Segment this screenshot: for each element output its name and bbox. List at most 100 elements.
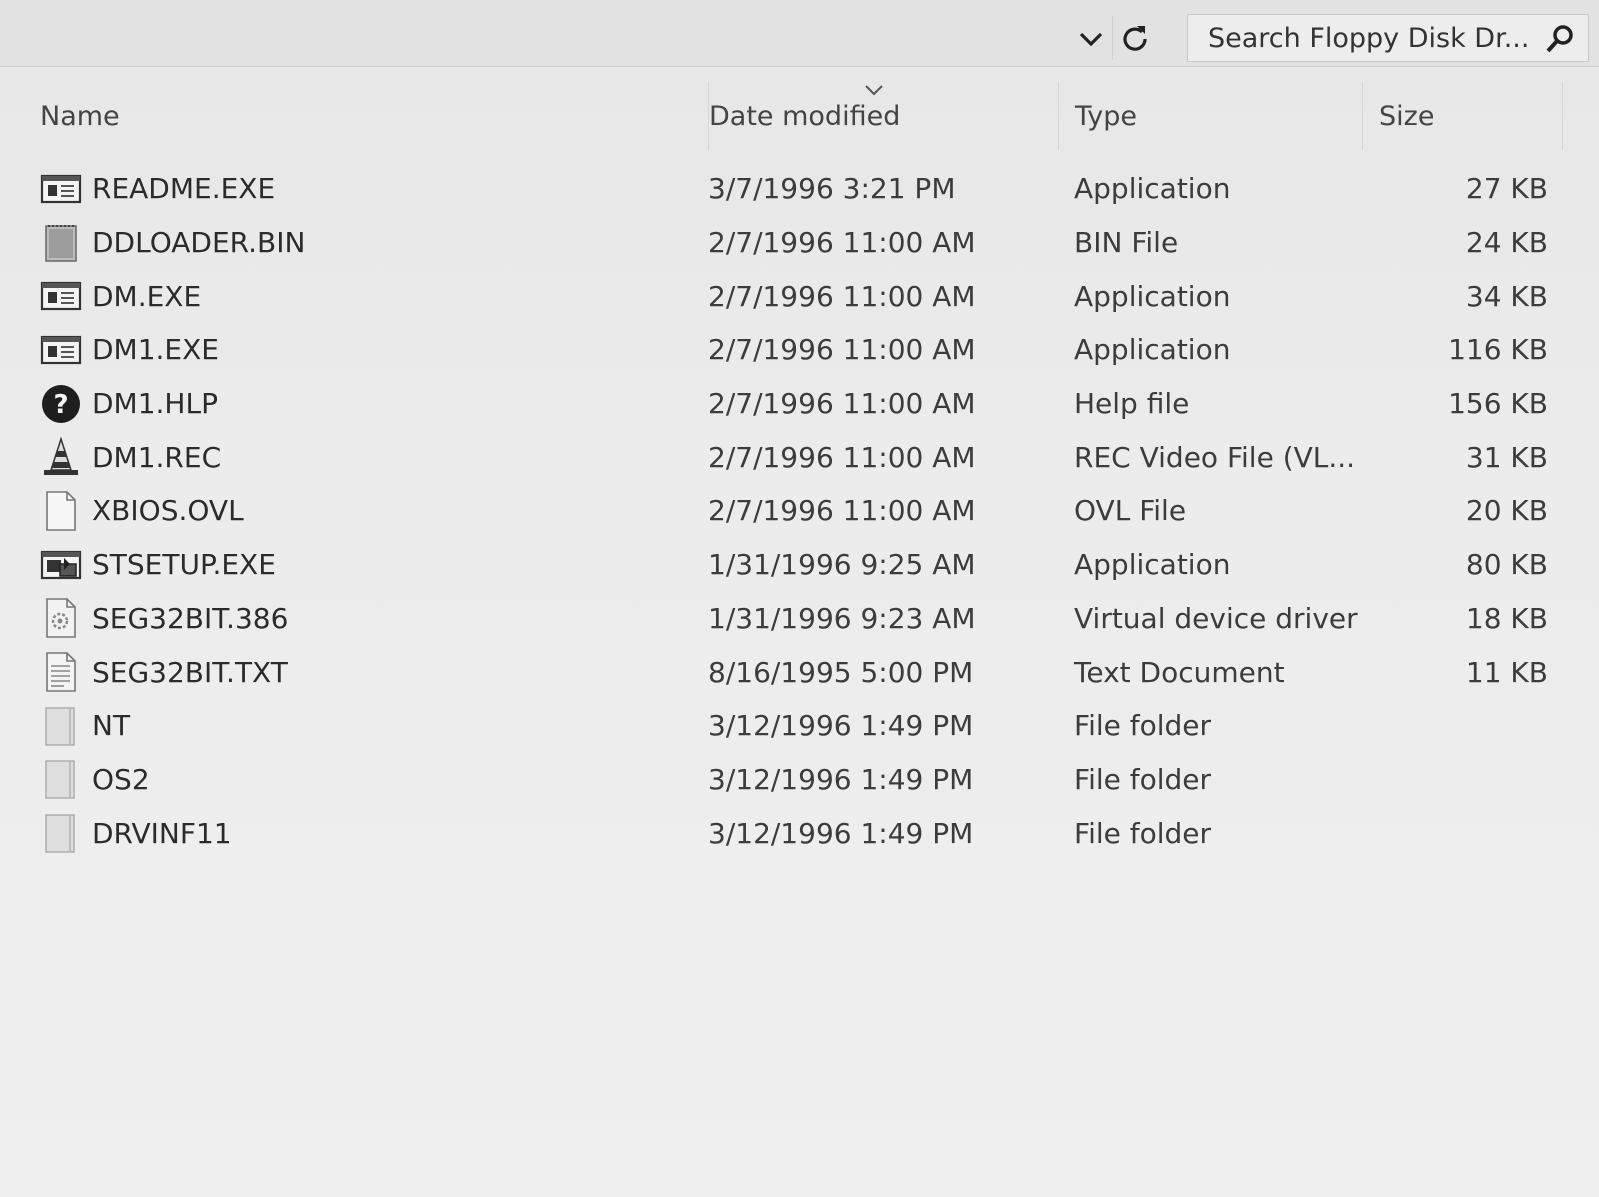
folder-icon xyxy=(40,812,82,854)
file-row[interactable]: ? DM1.HLP 2/7/1996 11:00 AM Help file 156 K… xyxy=(0,377,1599,431)
svg-text:?: ? xyxy=(53,390,68,420)
application-icon xyxy=(40,168,82,210)
file-name-label: DDLOADER.BIN xyxy=(92,226,306,260)
file-type-cell: REC Video File (VL... xyxy=(1074,440,1356,474)
file-size-cell xyxy=(1362,699,1548,753)
file-type-cell: Virtual device driver xyxy=(1074,601,1358,635)
file-name-label: README.EXE xyxy=(92,172,276,206)
file-size-cell: 27 KB xyxy=(1465,172,1548,206)
file-name-cell[interactable]: DM.EXE xyxy=(40,269,680,323)
file-row[interactable]: DM.EXE 2/7/1996 11:00 AM Application 34 KB xyxy=(0,269,1599,323)
file-date-cell: 3/12/1996 1:49 PM xyxy=(708,709,974,743)
file-name-label: DM1.EXE xyxy=(92,333,219,367)
column-header-size[interactable]: Size xyxy=(1362,82,1562,150)
file-date-cell: 8/16/1995 5:00 PM xyxy=(708,655,974,689)
file-name-cell[interactable]: DM1.EXE xyxy=(40,323,680,377)
column-header-name[interactable]: Name xyxy=(40,82,690,150)
file-name-cell[interactable]: NT xyxy=(40,699,680,753)
file-type-cell: Application xyxy=(1074,548,1231,582)
file-name-cell[interactable]: SEG32BIT.386 xyxy=(40,592,680,646)
file-date-cell: 2/7/1996 11:00 AM xyxy=(708,333,976,367)
refresh-icon xyxy=(1123,26,1147,51)
file-row[interactable]: DM1.EXE 2/7/1996 11:00 AM Application 116 K… xyxy=(0,323,1599,377)
file-list: README.EXE 3/7/1996 3:21 PM Application 27 … xyxy=(0,162,1599,860)
file-date-cell: 1/31/1996 9:23 AM xyxy=(708,601,976,635)
file-size-cell: 116 KB xyxy=(1448,333,1548,367)
file-type-cell: Application xyxy=(1074,333,1231,367)
refresh-button[interactable] xyxy=(1112,16,1157,60)
file-size-cell: 18 KB xyxy=(1465,601,1548,635)
search-icon[interactable] xyxy=(1544,23,1576,55)
column-header-type[interactable]: Type xyxy=(1058,82,1362,150)
file-row[interactable]: XBIOS.OVL 2/7/1996 11:00 AM OVL File 20 KB xyxy=(0,484,1599,538)
file-row[interactable]: DM1.REC 2/7/1996 11:00 AM REC Video File (… xyxy=(0,430,1599,484)
file-type-cell: Help file xyxy=(1074,387,1190,421)
file-name-cell[interactable]: README.EXE xyxy=(40,162,680,216)
file-name-cell[interactable]: DDLOADER.BIN xyxy=(40,216,680,270)
file-size-cell xyxy=(1362,753,1548,807)
file-name-cell[interactable]: DRVINF11 xyxy=(40,806,680,860)
file-name-label: DM1.HLP xyxy=(92,387,218,421)
file-name-label: SEG32BIT.386 xyxy=(92,601,289,635)
file-row[interactable]: STSETUP.EXE 1/31/1996 9:25 AM Application 8… xyxy=(0,538,1599,592)
file-name-cell[interactable]: OS2 xyxy=(40,753,680,807)
column-divider xyxy=(1562,82,1563,150)
file-type-cell: Application xyxy=(1074,172,1231,206)
file-type-cell: Application xyxy=(1074,279,1231,313)
vlc-cone-icon xyxy=(40,436,82,478)
file-size-cell: 24 KB xyxy=(1465,226,1548,260)
file-name-cell[interactable]: ? DM1.HLP xyxy=(40,377,680,431)
file-row[interactable]: DRVINF11 3/12/1996 1:49 PM File folder xyxy=(0,806,1599,860)
file-row[interactable]: NT 3/12/1996 1:49 PM File folder xyxy=(0,699,1599,753)
file-name-cell[interactable]: DM1.REC xyxy=(40,430,680,484)
text-document-icon xyxy=(40,651,82,693)
folder-icon xyxy=(40,758,82,800)
file-name-label: OS2 xyxy=(92,762,150,796)
file-name-label: DM.EXE xyxy=(92,279,202,313)
file-size-cell: 156 KB xyxy=(1448,387,1548,421)
file-size-cell: 11 KB xyxy=(1465,655,1548,689)
file-row[interactable]: OS2 3/12/1996 1:49 PM File folder xyxy=(0,753,1599,807)
file-name-label: SEG32BIT.TXT xyxy=(92,655,288,689)
help-file-icon: ? xyxy=(40,383,82,425)
file-size-cell xyxy=(1362,806,1548,860)
file-date-cell: 2/7/1996 11:00 AM xyxy=(708,440,976,474)
file-explorer-window: Name Date modified Type Size README.EXE 3… xyxy=(0,0,1599,1197)
sort-chevron-icon xyxy=(865,85,883,96)
address-dropdown-button[interactable] xyxy=(1072,20,1110,58)
file-date-cell: 2/7/1996 11:00 AM xyxy=(708,279,976,313)
file-date-cell: 3/7/1996 3:21 PM xyxy=(708,172,956,206)
folder-icon xyxy=(40,705,82,747)
file-type-cell: BIN File xyxy=(1074,226,1179,260)
application-icon xyxy=(40,329,82,371)
file-name-label: DM1.REC xyxy=(92,440,222,474)
toolbar xyxy=(0,0,1599,67)
file-name-cell[interactable]: XBIOS.OVL xyxy=(40,484,680,538)
file-type-cell: Text Document xyxy=(1074,655,1285,689)
file-name-label: NT xyxy=(92,709,131,743)
application-icon xyxy=(40,275,82,317)
file-row[interactable]: SEG32BIT.386 1/31/1996 9:23 AM Virtual dev… xyxy=(0,592,1599,646)
file-date-cell: 3/12/1996 1:49 PM xyxy=(708,762,974,796)
file-row[interactable]: README.EXE 3/7/1996 3:21 PM Application 27 … xyxy=(0,162,1599,216)
search-input[interactable] xyxy=(1188,21,1540,55)
file-size-cell: 34 KB xyxy=(1465,279,1548,313)
column-header-row: Name Date modified Type Size xyxy=(0,82,1599,150)
chevron-down-icon xyxy=(1079,32,1103,47)
file-size-cell: 80 KB xyxy=(1465,548,1548,582)
file-size-cell: 31 KB xyxy=(1465,440,1548,474)
file-name-label: STSETUP.EXE xyxy=(92,548,276,582)
file-name-label: DRVINF11 xyxy=(92,816,232,850)
file-date-cell: 3/12/1996 1:49 PM xyxy=(708,816,974,850)
file-row[interactable]: DDLOADER.BIN 2/7/1996 11:00 AM BIN File 24 … xyxy=(0,216,1599,270)
file-name-cell[interactable]: SEG32BIT.TXT xyxy=(40,645,680,699)
file-type-cell: File folder xyxy=(1074,762,1212,796)
file-date-cell: 1/31/1996 9:25 AM xyxy=(708,548,976,582)
file-row[interactable]: SEG32BIT.TXT 8/16/1995 5:00 PM Text Docume… xyxy=(0,645,1599,699)
file-date-cell: 2/7/1996 11:00 AM xyxy=(708,494,976,528)
file-type-cell: File folder xyxy=(1074,709,1212,743)
file-name-cell[interactable]: STSETUP.EXE xyxy=(40,538,680,592)
search-box[interactable] xyxy=(1187,14,1589,62)
file-name-label: XBIOS.OVL xyxy=(92,494,244,528)
binary-file-icon xyxy=(40,222,82,264)
